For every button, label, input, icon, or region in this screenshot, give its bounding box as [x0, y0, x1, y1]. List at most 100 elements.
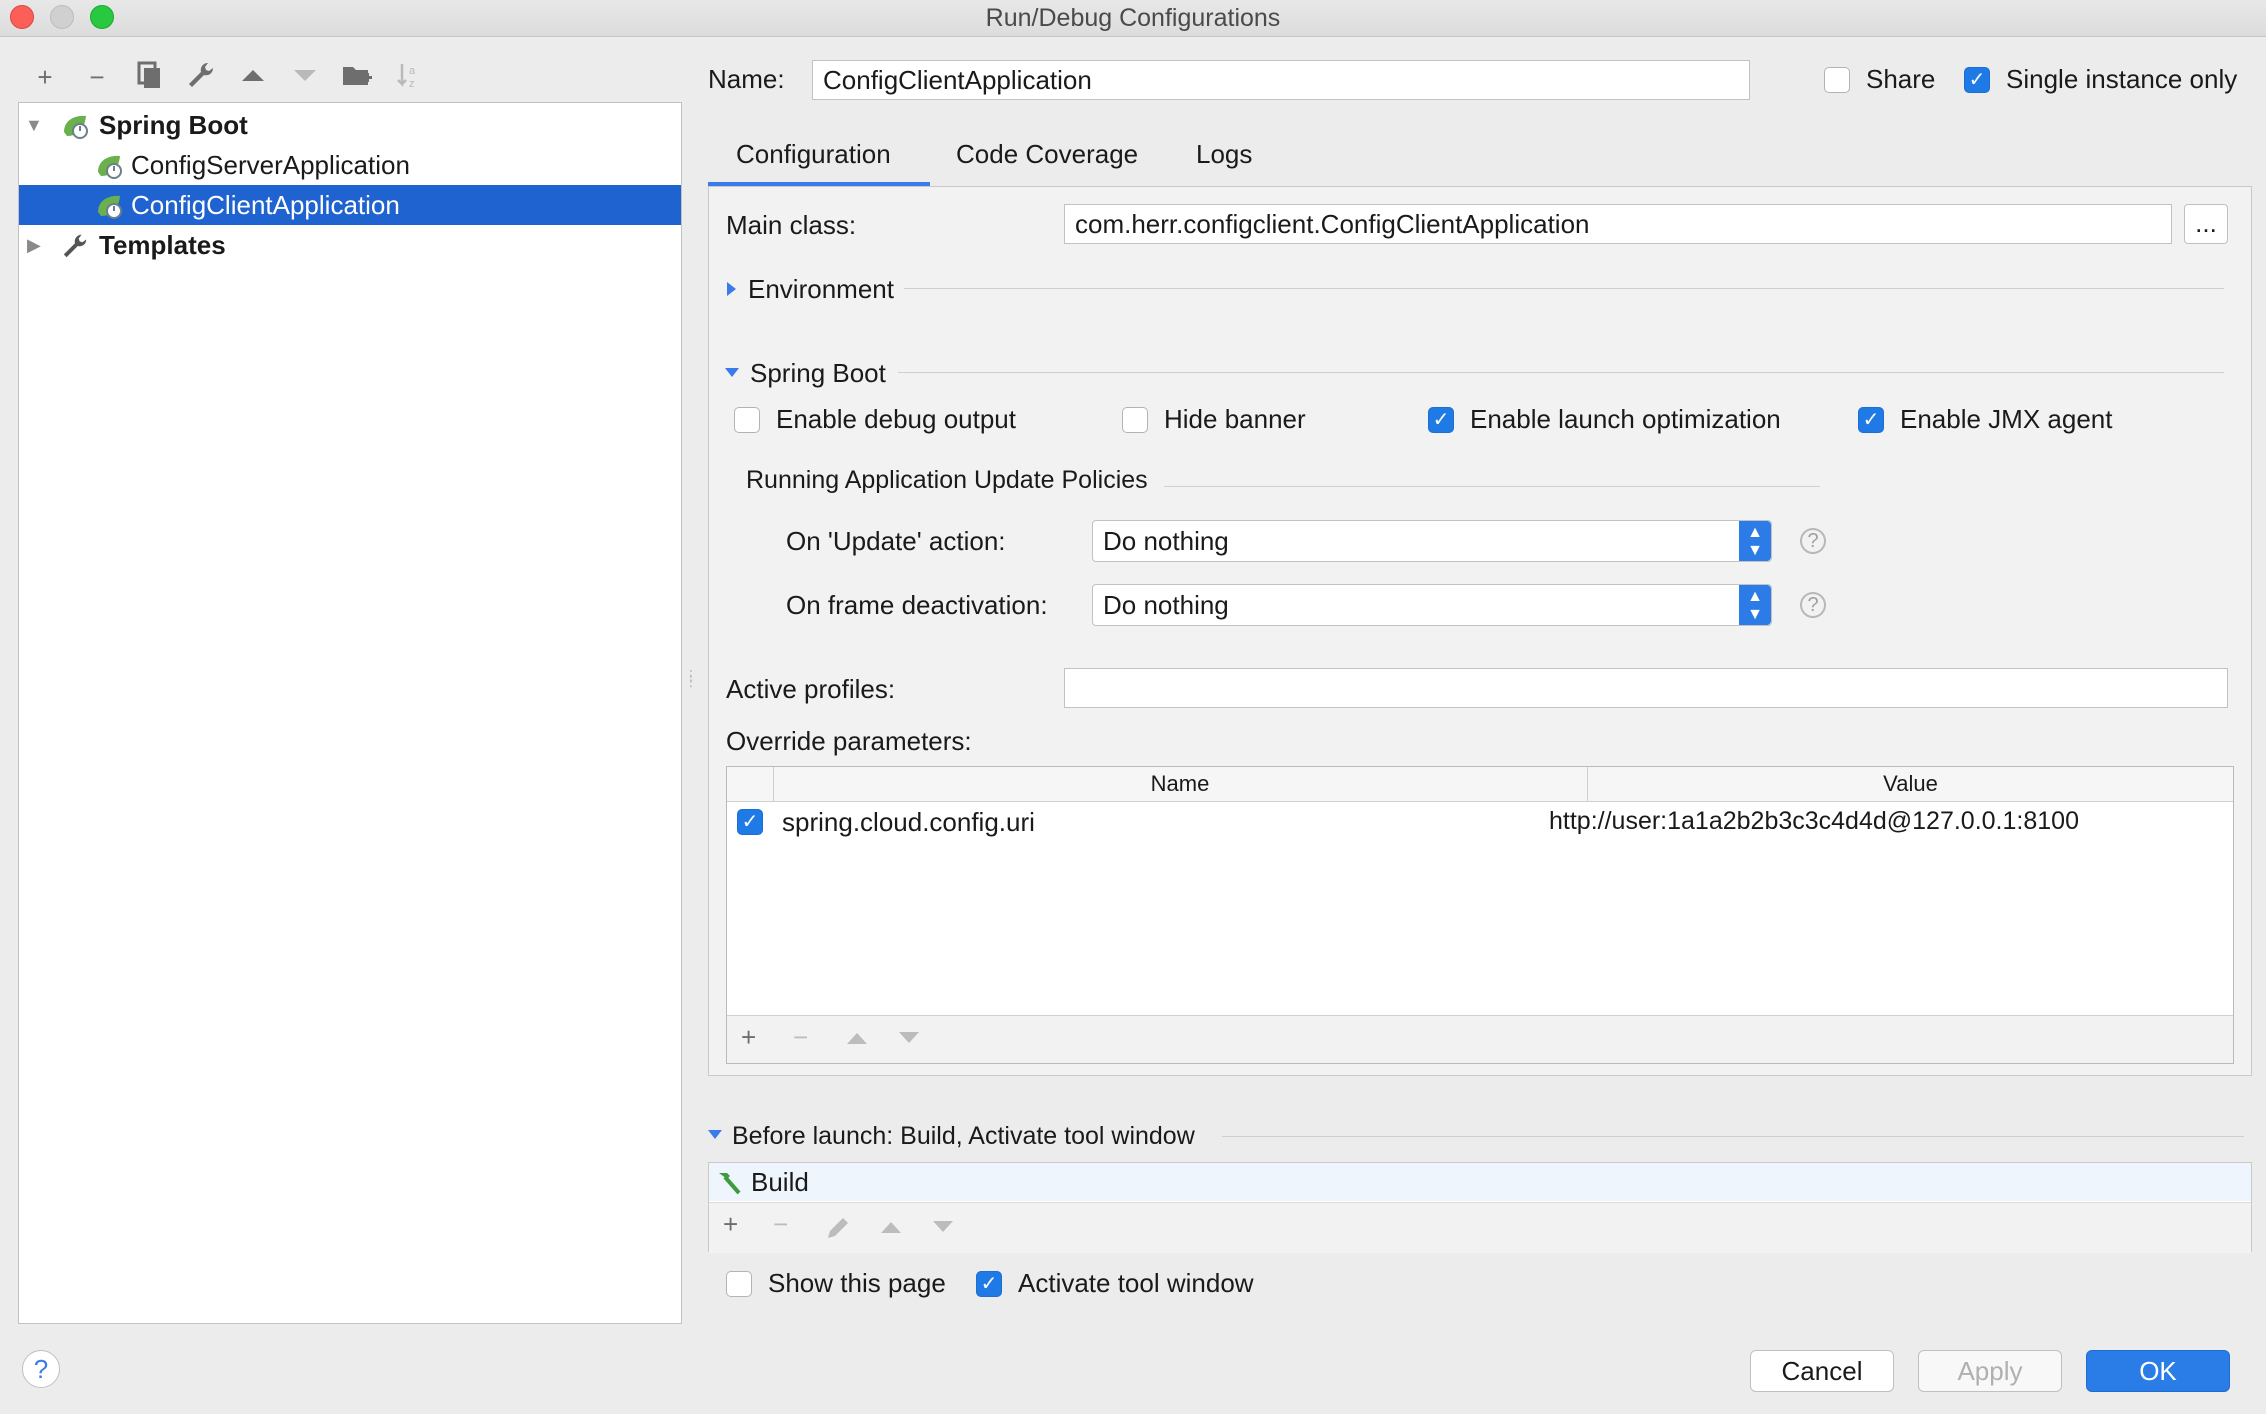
tree-item-label: ConfigClientApplication	[131, 190, 400, 220]
svg-text:a: a	[409, 65, 416, 77]
active-profiles-input[interactable]	[1064, 668, 2228, 708]
cancel-button[interactable]: Cancel	[1750, 1350, 1894, 1392]
add-icon[interactable]: +	[28, 60, 62, 94]
before-launch-toolbar: + −	[709, 1202, 2251, 1253]
add-task-icon[interactable]: +	[723, 1209, 738, 1240]
move-row-up-icon[interactable]	[845, 1030, 869, 1051]
expanded-icon[interactable]: ▼	[25, 105, 43, 145]
list-item-label: Build	[751, 1167, 809, 1197]
divider	[1164, 486, 1820, 487]
run-debug-configurations-window: Run/Debug Configurations + − az ▼ Spring…	[0, 0, 2266, 1414]
splitter-handle[interactable]: ⋮ ⋮	[684, 668, 698, 702]
help-button[interactable]: ?	[22, 1350, 60, 1388]
move-up-icon[interactable]	[236, 60, 270, 94]
activate-tool-window-label: Activate tool window	[1018, 1268, 1254, 1298]
spring-boot-collapse-icon[interactable]	[725, 368, 739, 377]
move-task-down-icon[interactable]	[931, 1219, 955, 1240]
tab-code-coverage[interactable]: Code Coverage	[956, 134, 1138, 174]
single-instance-checkbox[interactable]: ✓	[1964, 67, 1990, 93]
main-class-input[interactable]: com.herr.configclient.ConfigClientApplic…	[1064, 204, 2172, 244]
tree-node-spring-boot[interactable]: ▼ Spring Boot	[19, 105, 681, 145]
remove-icon[interactable]: −	[80, 60, 114, 94]
move-task-up-icon[interactable]	[879, 1219, 903, 1240]
table-row[interactable]: ✓ spring.cloud.config.uri http://user:1a…	[727, 801, 2233, 843]
activate-tool-window-checkbox[interactable]: ✓	[976, 1271, 1002, 1297]
wrench-icon[interactable]	[184, 60, 218, 94]
table-header-name[interactable]: Name	[773, 767, 1588, 801]
list-item[interactable]: Build	[709, 1163, 2251, 1201]
enable-launch-optimization-label: Enable launch optimization	[1470, 404, 1781, 434]
param-name-cell[interactable]: spring.cloud.config.uri	[782, 807, 1035, 838]
divider	[1222, 1136, 2244, 1137]
hide-banner-label: Hide banner	[1164, 404, 1306, 434]
tree-item-config-client[interactable]: ConfigClientApplication	[19, 185, 681, 225]
configuration-tree[interactable]: ▼ Spring Boot ConfigServerApplication Co…	[18, 102, 682, 1324]
hide-banner-checkbox[interactable]	[1122, 407, 1148, 433]
table-toolbar: + −	[727, 1016, 2233, 1063]
window-title: Run/Debug Configurations	[985, 4, 1281, 32]
share-label: Share	[1866, 64, 1936, 94]
on-update-select[interactable]: Do nothing ▲ ▼	[1092, 520, 1772, 562]
environment-section-label[interactable]: Environment	[748, 274, 894, 305]
update-policies-label: Running Application Update Policies	[746, 466, 1148, 494]
environment-expand-icon[interactable]	[727, 282, 736, 296]
on-frame-deactivation-select[interactable]: Do nothing ▲ ▼	[1092, 584, 1772, 626]
enable-jmx-agent-label: Enable JMX agent	[1900, 404, 2113, 434]
add-row-icon[interactable]: +	[741, 1022, 756, 1053]
before-launch-label[interactable]: Before launch: Build, Activate tool wind…	[732, 1122, 1195, 1151]
tree-node-templates[interactable]: ▶ Templates	[19, 225, 681, 265]
apply-button[interactable]: Apply	[1918, 1350, 2062, 1392]
help-icon[interactable]: ?	[1800, 592, 1826, 618]
override-parameters-table[interactable]: Name Value ✓ spring.cloud.config.uri htt…	[726, 766, 2234, 1064]
wrench-icon	[61, 231, 89, 271]
copy-icon[interactable]	[132, 60, 166, 94]
remove-row-icon[interactable]: −	[793, 1022, 808, 1053]
tab-logs[interactable]: Logs	[1196, 134, 1252, 174]
main-class-label: Main class:	[726, 210, 857, 240]
tree-item-config-server[interactable]: ConfigServerApplication	[19, 145, 681, 185]
select-value: Do nothing	[1103, 590, 1229, 620]
table-header-value[interactable]: Value	[1588, 767, 2233, 801]
on-frame-deactivation-label: On frame deactivation:	[786, 590, 1048, 620]
divider	[904, 288, 2224, 289]
remove-task-icon[interactable]: −	[773, 1209, 788, 1240]
select-value: Do nothing	[1103, 526, 1229, 556]
collapsed-icon[interactable]: ▶	[27, 225, 41, 265]
edit-task-icon[interactable]	[825, 1215, 851, 1246]
name-input[interactable]: ConfigClientApplication	[812, 60, 1750, 100]
before-launch-collapse-icon[interactable]	[708, 1130, 722, 1139]
spring-boot-section-label[interactable]: Spring Boot	[750, 358, 886, 389]
param-value-cell[interactable]: http://user:1a1a2b2b3c3c4d4d@127.0.0.1:8…	[1549, 807, 2079, 836]
divider	[898, 372, 2224, 373]
move-row-down-icon[interactable]	[897, 1030, 921, 1051]
name-label: Name:	[708, 64, 785, 94]
tab-configuration[interactable]: Configuration	[736, 134, 891, 174]
share-checkbox[interactable]	[1824, 67, 1850, 93]
before-launch-list[interactable]: Build + −	[708, 1162, 2252, 1253]
override-parameters-label: Override parameters:	[726, 726, 972, 756]
move-down-icon[interactable]	[288, 60, 322, 94]
build-hammer-icon	[715, 1169, 745, 1202]
tree-item-label: ConfigServerApplication	[131, 150, 410, 180]
help-icon[interactable]: ?	[1800, 528, 1826, 554]
folder-add-icon[interactable]	[340, 60, 374, 94]
sort-icon[interactable]: az	[392, 60, 426, 94]
select-arrows-icon[interactable]: ▲ ▼	[1739, 585, 1771, 625]
show-this-page-checkbox[interactable]	[726, 1271, 752, 1297]
table-header-check	[727, 767, 774, 801]
tree-node-label: Spring Boot	[99, 110, 248, 140]
on-update-label: On 'Update' action:	[786, 526, 1006, 556]
svg-text:z: z	[409, 78, 415, 90]
single-instance-label: Single instance only	[2006, 64, 2238, 94]
show-this-page-label: Show this page	[768, 1268, 946, 1298]
table-header: Name Value	[727, 767, 2233, 802]
row-enabled-checkbox[interactable]: ✓	[737, 809, 763, 835]
enable-debug-output-checkbox[interactable]	[734, 407, 760, 433]
enable-debug-output-label: Enable debug output	[776, 404, 1016, 434]
ok-button[interactable]: OK	[2086, 1350, 2230, 1392]
tree-node-label: Templates	[99, 230, 226, 260]
browse-main-class-button[interactable]: ...	[2184, 204, 2228, 244]
enable-launch-optimization-checkbox[interactable]: ✓	[1428, 407, 1454, 433]
enable-jmx-agent-checkbox[interactable]: ✓	[1858, 407, 1884, 433]
select-arrows-icon[interactable]: ▲ ▼	[1739, 521, 1771, 561]
